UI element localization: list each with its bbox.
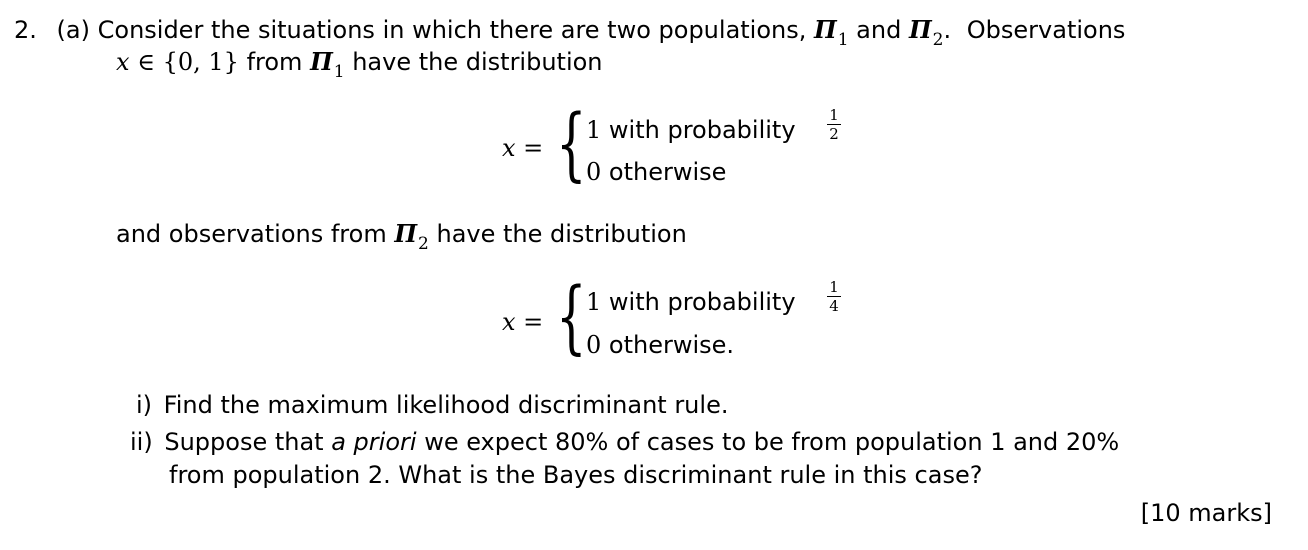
marks-label: [10 marks] (1141, 497, 1272, 529)
subquestion-ii: ii) Suppose that a priori we expect 80% … (130, 426, 1119, 458)
question-intro: Consider the situations in which there a… (97, 16, 807, 44)
dist-1-case-2-text: otherwise (608, 158, 727, 186)
subquestion-ii-text-post: we expect 80% of cases to be from popula… (424, 428, 1120, 456)
from-text: from (246, 48, 303, 76)
dist-2-lhs: x = (502, 308, 544, 336)
marks-text: [10 marks] (1140, 499, 1272, 527)
dist-2-fraction-denominator: 4 (829, 297, 839, 315)
dist-1-fraction: 1 2 (827, 107, 841, 142)
subquestion-ii-label: ii) (130, 428, 153, 456)
have-distribution-text: have the distribution (436, 220, 687, 248)
dist-1-case-2-value: 0 (586, 158, 602, 186)
population-1-symbol: Π (814, 15, 837, 44)
population-2-symbol: Π (394, 219, 418, 248)
dist-1-lhs: x = (502, 134, 544, 162)
subquestion-i-label: i) (136, 391, 153, 419)
population-2-subscript: 2 (932, 30, 944, 50)
question-part: (a) (56, 16, 90, 44)
dist-2-brace: { (556, 270, 587, 363)
dist-2-case-2-text: otherwise. (608, 331, 735, 359)
population-1-subscript: 1 (333, 62, 345, 82)
subquestion-i: i) Find the maximum likelihood discrimin… (136, 389, 728, 421)
dist-1-brace: { (556, 97, 587, 190)
dist-1-case-1-text: with probability (608, 116, 796, 144)
subquestion-ii-text-line-2: from population 2. What is the Bayes dis… (169, 461, 983, 489)
period: . (943, 16, 952, 44)
question-line-1: 2. (a) Consider the situations in which … (14, 14, 1126, 50)
population-1-symbol: Π (310, 47, 333, 76)
domain-set: ∈ {0, 1} (137, 48, 239, 76)
dist-1-case-1: 1 with probability (586, 115, 796, 145)
question-number: 2. (14, 16, 37, 44)
population-2-subscript: 2 (418, 234, 429, 254)
dist-2-case-1-text: with probability (608, 288, 796, 316)
population-1-subscript: 1 (837, 30, 849, 50)
dist-2-case-2: 0 otherwise. (586, 330, 734, 360)
dist-1-fraction-denominator: 2 (829, 125, 839, 143)
have-distribution-text: have the distribution (352, 48, 603, 76)
dist-2-case-1: 1 with probability (586, 287, 796, 317)
subquestion-ii-text-pre: Suppose that (164, 428, 324, 456)
dist-1-case-1-value: 1 (586, 116, 602, 144)
population-2-symbol: Π (908, 15, 932, 44)
subquestion-ii-line-2: from population 2. What is the Bayes dis… (169, 459, 982, 491)
and-observations-from-text: and observations from (116, 220, 387, 248)
variable-x: x (116, 48, 130, 76)
observations-text: Observations (966, 16, 1126, 44)
dist-2-case-1-value: 1 (586, 288, 602, 316)
dist-2-fraction-numerator: 1 (829, 278, 839, 296)
question-line-3: and observations from Π2 have the distri… (116, 218, 687, 254)
and-text: and (856, 16, 902, 44)
dist-1-case-2: 0 otherwise (586, 157, 726, 187)
subquestion-i-text: Find the maximum likelihood discriminant… (163, 391, 729, 419)
dist-2-case-2-value: 0 (586, 331, 602, 359)
dist-1-fraction-numerator: 1 (829, 106, 839, 124)
question-line-2: x ∈ {0, 1} from Π1 have the distribution (116, 46, 603, 82)
subquestion-ii-emphasis: a priori (331, 428, 417, 456)
dist-2-fraction: 1 4 (827, 279, 841, 314)
